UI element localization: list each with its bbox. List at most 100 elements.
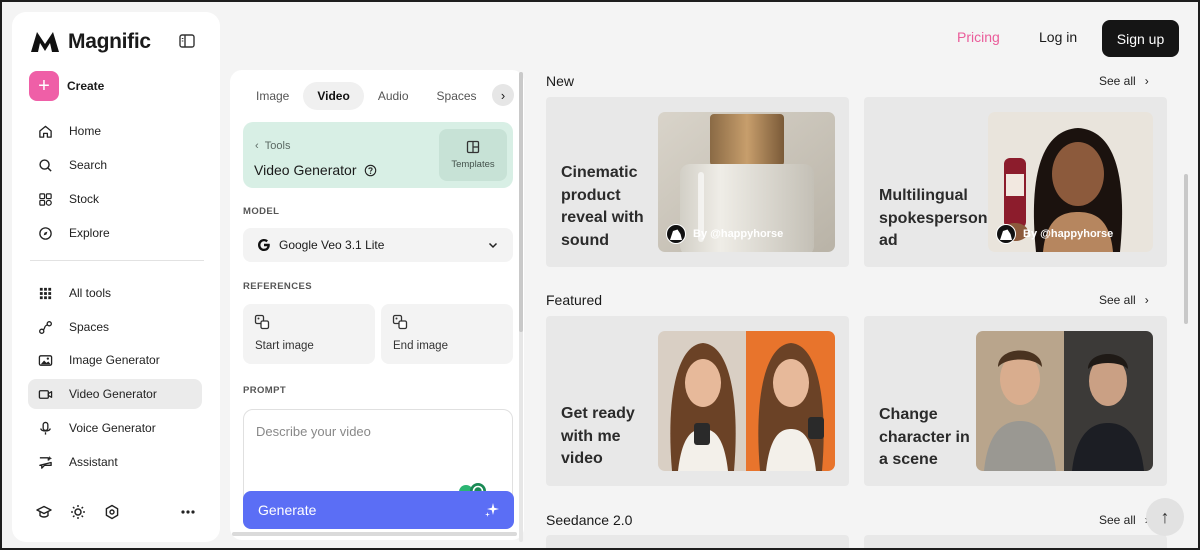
template-card[interactable]: Change character in a scene (864, 316, 1167, 486)
explore-icon (39, 226, 52, 240)
sidebar-item-label: Voice Generator (69, 421, 156, 435)
creator-credit[interactable]: By @happyhorse (666, 224, 783, 244)
sidebar-item-video-generator[interactable]: Video Generator (28, 379, 202, 409)
card-title: Multilingual spokesperson ad (879, 187, 988, 249)
creator-avatar-icon (666, 224, 686, 244)
scroll-to-top-button[interactable]: ↑ (1146, 498, 1184, 536)
tabs-next-chevron-icon[interactable]: › (492, 84, 514, 106)
generate-label: Generate (258, 502, 317, 518)
tool-title: Video Generator (254, 162, 377, 178)
stock-icon (39, 192, 52, 206)
section-title-new: New (546, 73, 575, 89)
card-title: Cinematic product reveal with sound (561, 164, 644, 249)
home-icon (39, 125, 52, 138)
card-title: Get ready with me video (561, 405, 635, 467)
sidebar-divider (30, 260, 204, 261)
settings-hex-icon[interactable] (104, 504, 120, 520)
spaces-icon (39, 320, 52, 334)
panel-horizontal-scrollbar[interactable] (232, 532, 517, 536)
sidebar-item-voice-generator[interactable]: Voice Generator (28, 413, 202, 443)
chevron-right-icon: › (1144, 74, 1149, 88)
sidebar-item-image-generator[interactable]: Image Generator (28, 345, 202, 375)
signup-button[interactable]: Sign up (1102, 20, 1179, 57)
template-card[interactable] (546, 535, 849, 548)
video-generator-panel: Image Video Audio Spaces › ‹ Tools Video… (230, 70, 524, 540)
content-scrollbar-thumb[interactable] (1184, 174, 1188, 324)
creator-name: By @happyhorse (1023, 228, 1114, 240)
model-value: Google Veo 3.1 Lite (279, 238, 385, 252)
sidebar-footer (36, 504, 196, 524)
see-all-seedance-link[interactable]: See all› (1099, 513, 1149, 527)
magnific-logo-icon (31, 32, 59, 52)
panel-tabs: Image Video Audio Spaces (242, 82, 491, 110)
panel-scrollbar[interactable] (519, 72, 523, 542)
sidebar-item-label: Video Generator (69, 387, 157, 401)
template-card[interactable]: Multilingual spokesperson ad By @happyho… (864, 97, 1167, 267)
sidebar-item-assistant[interactable]: Assistant (28, 447, 202, 477)
sidebar-item-spaces[interactable]: Spaces (28, 312, 202, 342)
prompt-input[interactable] (245, 411, 511, 489)
pricing-link[interactable]: Pricing (957, 29, 1000, 45)
section-title-featured: Featured (546, 292, 603, 308)
card-thumbnail: By @happyhorse (658, 112, 835, 252)
see-all-label: See all (1099, 74, 1136, 88)
video-icon (38, 389, 53, 399)
start-image-upload[interactable]: Start image (243, 304, 375, 364)
see-all-new-link[interactable]: See all › (1099, 74, 1149, 88)
image-upload-icon (254, 314, 270, 330)
tab-spaces[interactable]: Spaces (423, 82, 491, 110)
back-label: Tools (264, 140, 291, 152)
create-button[interactable]: + Create (29, 71, 104, 101)
chevron-down-icon (488, 242, 498, 249)
image-icon (38, 354, 53, 366)
microphone-icon (40, 421, 51, 435)
see-all-label: See all (1099, 513, 1136, 527)
sidebar-item-stock[interactable]: Stock (28, 184, 202, 214)
tool-header-card: ‹ Tools Video Generator Templates (243, 122, 513, 188)
graduation-cap-icon[interactable] (36, 504, 52, 520)
sidebar: Magnific + Create Home Search Stock Expl… (12, 12, 220, 542)
tab-audio[interactable]: Audio (364, 82, 423, 110)
creator-avatar-icon (996, 224, 1016, 244)
change-character-image (976, 331, 1153, 471)
chevron-left-icon: ‹ (255, 140, 265, 152)
content-scrollbar[interactable] (1184, 74, 1188, 544)
section-title-seedance: Seedance 2.0 (546, 512, 633, 528)
search-icon (39, 158, 52, 172)
card-thumbnail: By @happyhorse (988, 112, 1153, 252)
panel-scrollbar-thumb[interactable] (519, 72, 523, 332)
chevron-right-icon: › (1144, 293, 1149, 307)
see-all-label: See all (1099, 293, 1136, 307)
model-dropdown[interactable]: Google Veo 3.1 Lite (243, 228, 513, 262)
creator-credit[interactable]: By @happyhorse (996, 224, 1113, 244)
prompt-section-label: PROMPT (243, 385, 287, 396)
brand-logo[interactable]: Magnific (30, 30, 151, 54)
template-card[interactable] (864, 535, 1167, 548)
template-card[interactable]: Cinematic product reveal with sound By @… (546, 97, 849, 267)
templates-button[interactable]: Templates (439, 129, 507, 181)
generate-button[interactable]: Generate (243, 491, 514, 529)
start-image-label: Start image (255, 340, 314, 352)
sidebar-item-search[interactable]: Search (28, 150, 202, 180)
see-all-featured-link[interactable]: See all › (1099, 293, 1149, 307)
sidebar-item-label: All tools (69, 286, 112, 300)
app-window: Magnific + Create Home Search Stock Expl… (0, 0, 1200, 550)
sidebar-item-explore[interactable]: Explore (28, 218, 202, 248)
sidebar-collapse-icon[interactable] (178, 32, 196, 50)
tab-video[interactable]: Video (303, 82, 364, 110)
sidebar-item-home[interactable]: Home (28, 116, 202, 146)
template-card[interactable]: Get ready with me video (546, 316, 849, 486)
login-link[interactable]: Log in (1039, 29, 1077, 45)
google-icon (258, 239, 270, 251)
more-icon[interactable] (180, 504, 196, 520)
sun-icon[interactable] (70, 504, 86, 520)
sidebar-item-all-tools[interactable]: All tools (28, 278, 202, 308)
back-to-tools-link[interactable]: ‹ Tools (255, 140, 290, 152)
end-image-label: End image (393, 340, 448, 352)
help-icon[interactable] (364, 164, 377, 177)
end-image-upload[interactable]: End image (381, 304, 513, 364)
tab-image[interactable]: Image (242, 82, 303, 110)
sidebar-item-label: Stock (69, 192, 100, 206)
sidebar-item-label: Explore (69, 226, 110, 240)
image-upload-icon (392, 314, 408, 330)
